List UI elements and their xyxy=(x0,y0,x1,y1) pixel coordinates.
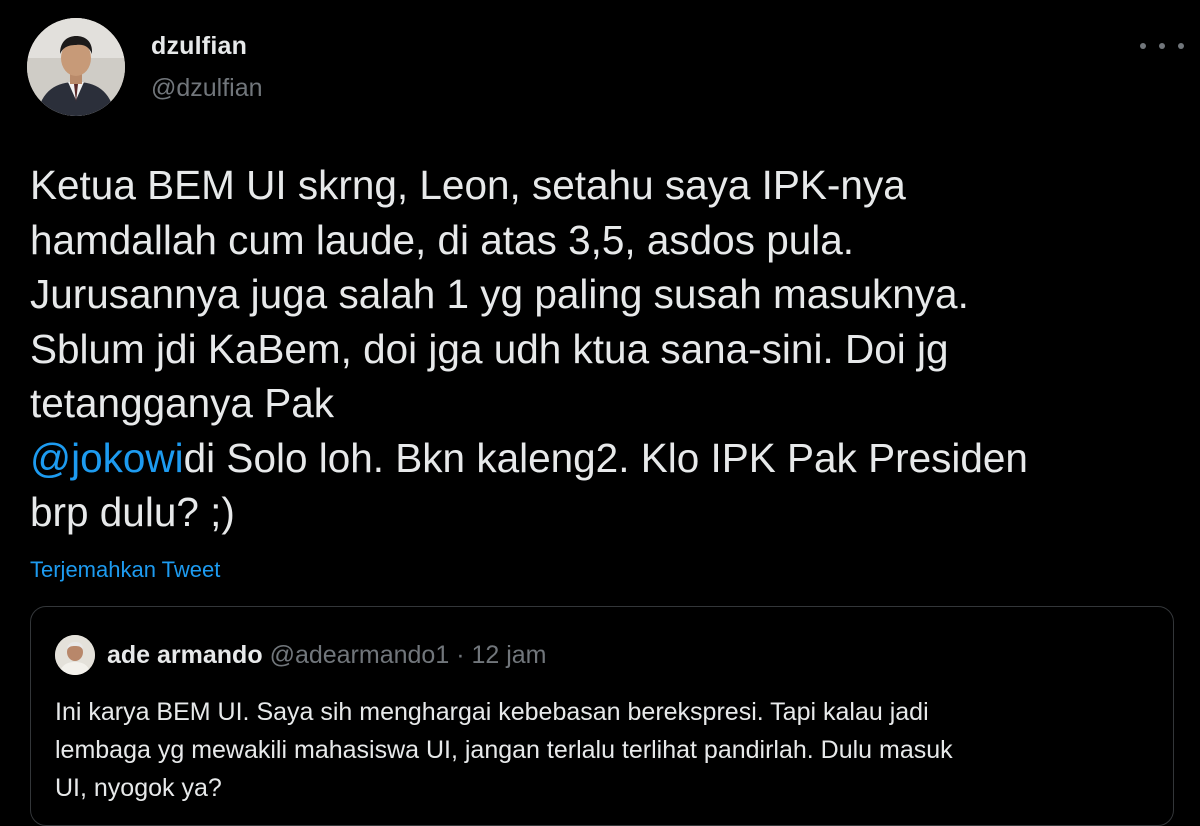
quoted-timestamp: 12 jam xyxy=(471,641,547,669)
tweet-text-line: brp dulu? ;) xyxy=(30,489,235,535)
mention-link[interactable]: @jokowi xyxy=(30,435,184,481)
quoted-author-name: ade armando xyxy=(107,641,263,669)
avatar-image xyxy=(27,18,125,116)
tweet-text-line: Jurusannya juga salah 1 yg paling susah … xyxy=(30,271,969,317)
quoted-tweet-card[interactable]: ade armando @adearmando1 · 12 jam Ini ka… xyxy=(30,606,1174,826)
tweet-text-line: @jokowidi Solo loh. Bkn kaleng2. Klo IPK… xyxy=(30,431,1180,486)
quoted-author-avatar xyxy=(55,635,95,675)
more-dot xyxy=(1140,43,1146,49)
tweet-text-line: tetangganya Pak xyxy=(30,380,334,426)
tweet-text-line: Sblum jdi KaBem, doi jga udh ktua sana-s… xyxy=(30,325,949,372)
quoted-text-line: UI, nyogok ya? xyxy=(55,774,222,802)
tweet-text-line: hamdallah cum laude, di atas 3,5, asdos … xyxy=(30,216,855,263)
more-dot xyxy=(1178,43,1184,49)
tweet: dzulfian @dzulfian Ketua BEM UI skrng, L… xyxy=(0,0,1200,826)
quoted-tweet-header: ade armando @adearmando1 · 12 jam xyxy=(107,641,547,670)
tweet-text-fragment: di Solo loh. Bkn kaleng2. Klo IPK Pak Pr… xyxy=(183,434,1028,481)
quoted-avatar-image xyxy=(55,635,95,675)
more-options-icon[interactable] xyxy=(1140,36,1184,56)
quoted-tweet-text: Ini karya BEM UI. Saya sih menghargai ke… xyxy=(55,693,1155,807)
meta-separator: · xyxy=(456,641,465,669)
quoted-text-line: lembaga yg mewakili mahasiswa UI, jangan… xyxy=(55,736,953,764)
quoted-text-line: Ini karya BEM UI. Saya sih menghargai ke… xyxy=(55,698,929,726)
author-avatar[interactable] xyxy=(27,18,125,116)
translate-tweet-link[interactable]: Terjemahkan Tweet xyxy=(30,557,220,583)
quoted-author-handle: @adearmando1 xyxy=(269,641,450,669)
more-dot xyxy=(1159,43,1165,49)
author-handle[interactable]: @dzulfian xyxy=(151,74,263,103)
tweet-text: Ketua BEM UI skrng, Leon, setahu saya IP… xyxy=(30,158,1180,540)
author-name[interactable]: dzulfian xyxy=(151,32,247,61)
tweet-text-line: Ketua BEM UI skrng, Leon, setahu saya IP… xyxy=(30,162,906,208)
